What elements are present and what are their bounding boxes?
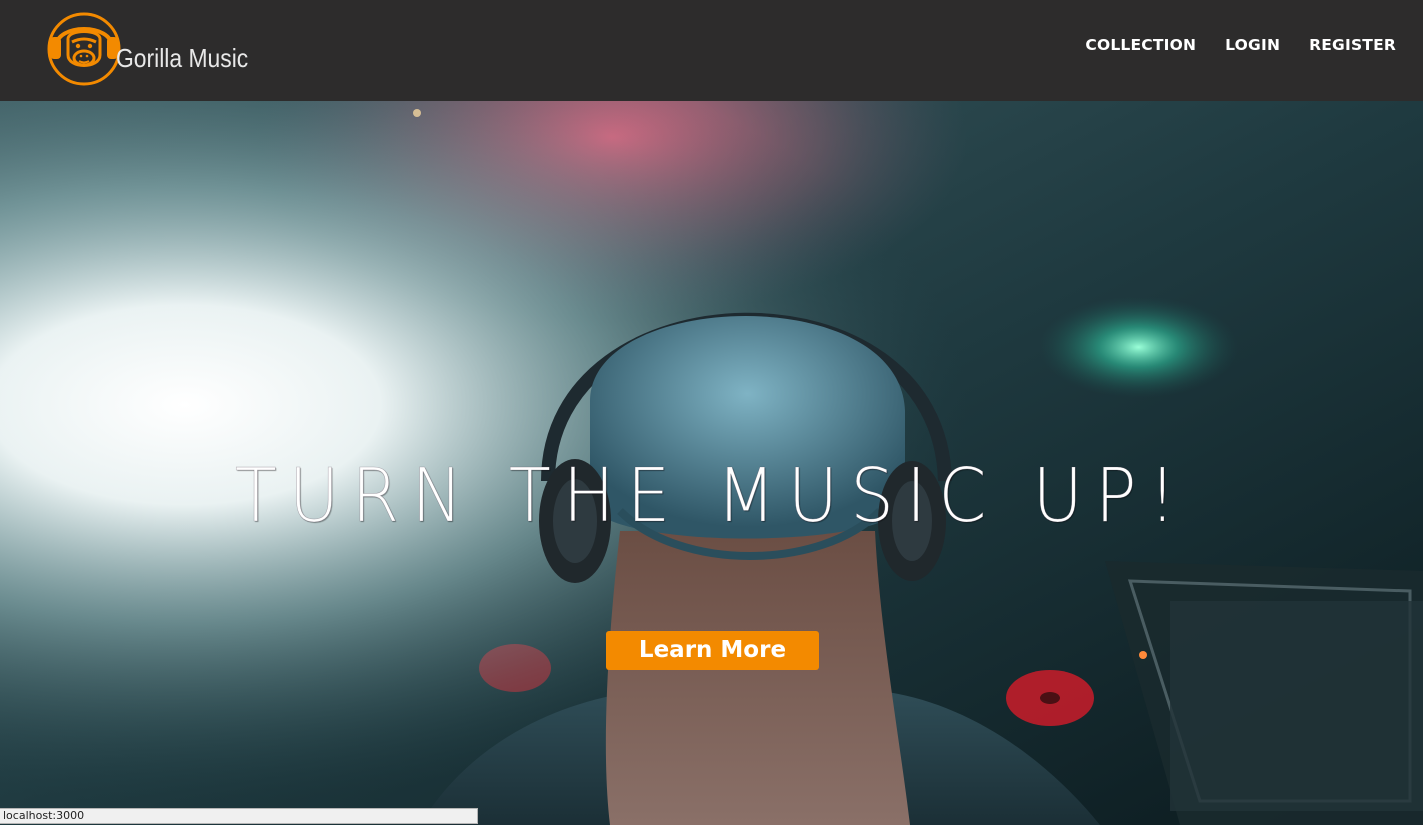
learn-more-button[interactable]: Learn More	[606, 631, 819, 670]
top-navbar: Gorilla Music COLLECTION LOGIN REGISTER	[0, 0, 1423, 101]
main-nav: COLLECTION LOGIN REGISTER	[1085, 36, 1396, 54]
brand-name: Gorilla Music	[116, 42, 249, 73]
brand-home-link[interactable]: Gorilla Music	[46, 8, 266, 88]
nav-item-register[interactable]: REGISTER	[1309, 36, 1396, 54]
nav-item-login[interactable]: LOGIN	[1225, 36, 1280, 54]
hero-title: TURN THE MUSIC UP!	[234, 452, 1189, 539]
page: Gorilla Music COLLECTION LOGIN REGISTER	[0, 0, 1423, 825]
hero-section: TURN THE MUSIC UP! Learn More	[0, 101, 1423, 825]
browser-status-url: localhost:3000	[0, 808, 478, 824]
gorilla-headphones-icon	[47, 12, 121, 86]
nav-item-collection[interactable]: COLLECTION	[1085, 36, 1196, 54]
